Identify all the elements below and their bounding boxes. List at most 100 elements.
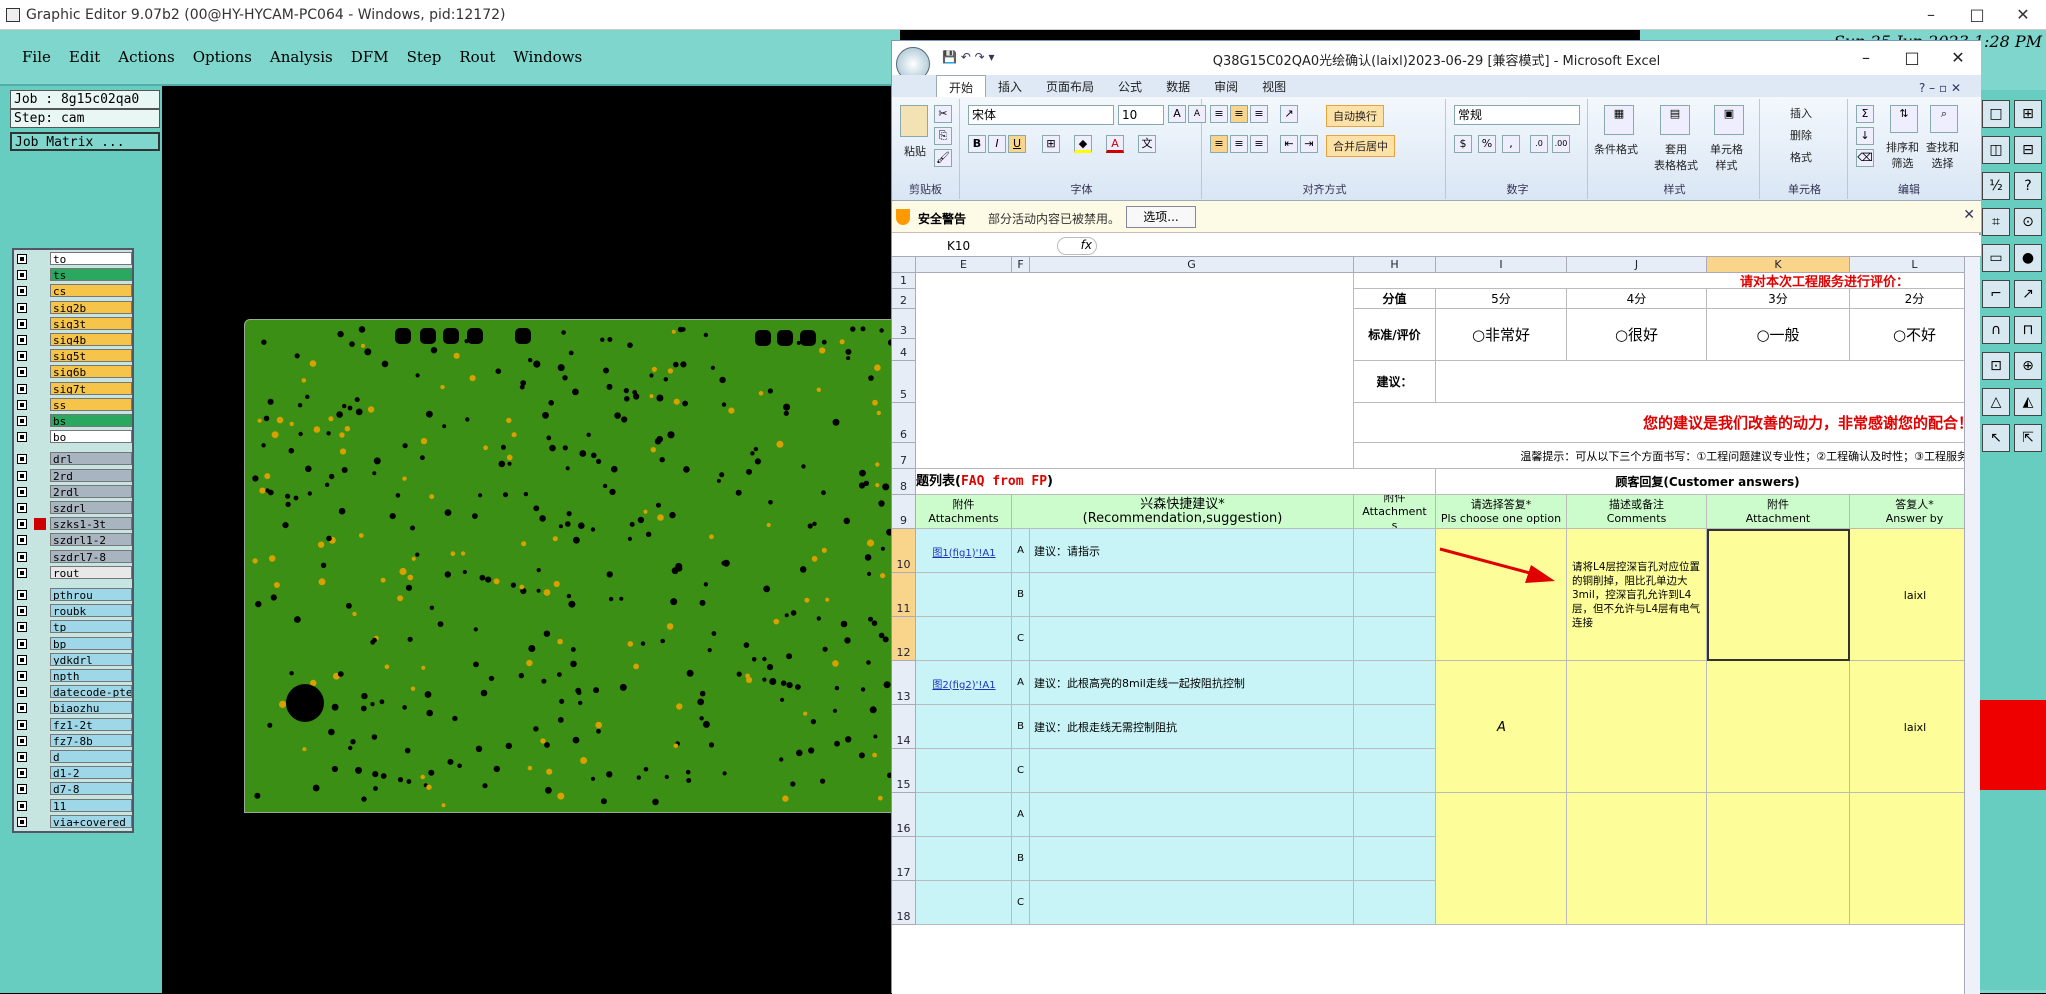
suggestion-cell[interactable] — [1030, 793, 1354, 837]
layer-checkbox[interactable] — [17, 752, 27, 762]
menu-actions[interactable]: Actions — [118, 48, 174, 66]
layer-row[interactable]: d7-8 — [14, 782, 134, 796]
align-left-icon[interactable]: ≡ — [1210, 135, 1228, 153]
insert-cells-button[interactable]: 插入 — [1790, 105, 1812, 121]
comment-cell[interactable] — [1567, 793, 1707, 925]
suggestion-cell[interactable] — [1030, 837, 1354, 881]
tool-button[interactable]: ▭ — [1982, 244, 2010, 272]
menu-windows[interactable]: Windows — [513, 48, 582, 66]
attachment2-cell[interactable] — [1354, 705, 1436, 749]
layer-row[interactable]: bo — [14, 430, 134, 444]
layer-name[interactable]: drl — [50, 452, 132, 466]
align-middle-icon[interactable]: ≡ — [1230, 105, 1248, 123]
layer-name[interactable]: 11 — [50, 798, 132, 812]
layer-name[interactable]: pthrou — [50, 588, 132, 601]
suggest-label[interactable]: 建议： — [1354, 361, 1436, 403]
choice-cell[interactable] — [1436, 793, 1567, 925]
layer-name[interactable]: 2rd — [50, 468, 132, 482]
row-header[interactable]: 5 — [892, 361, 916, 403]
tool-button[interactable]: ⊡ — [1982, 352, 2010, 380]
row-header[interactable]: 15 — [892, 749, 916, 793]
tool-button[interactable]: ∩ — [1982, 316, 2010, 344]
blank-area[interactable] — [916, 273, 1354, 469]
layer-checkbox[interactable] — [17, 567, 27, 578]
layer-name[interactable]: d7-8 — [50, 782, 132, 796]
decrease-indent-icon[interactable]: ⇤ — [1280, 135, 1298, 153]
tab-data[interactable]: 数据 — [1154, 75, 1202, 97]
delete-cells-button[interactable]: 删除 — [1790, 127, 1812, 143]
layer-row[interactable]: szdrl — [14, 501, 134, 515]
score-cell[interactable]: 2分 — [1850, 289, 1964, 309]
layer-name[interactable]: szdrl7-8 — [50, 549, 132, 563]
paste-label[interactable]: 粘贴 — [904, 143, 926, 159]
format-cells-button[interactable]: 格式 — [1790, 149, 1812, 165]
grade-option[interactable]: ○一般 — [1707, 309, 1850, 361]
layer-name[interactable]: szdrl1-2 — [50, 533, 132, 547]
increase-indent-icon[interactable]: ⇥ — [1300, 135, 1318, 153]
layer-name[interactable]: npth — [50, 669, 132, 682]
fig1-link[interactable]: 图1(fig1)'!A1 — [918, 529, 1010, 573]
tool-button[interactable]: ● — [2014, 244, 2042, 272]
tab-view[interactable]: 视图 — [1250, 75, 1298, 97]
layer-row[interactable]: bs — [14, 414, 134, 428]
ge-canvas[interactable] — [162, 86, 904, 993]
layer-checkbox[interactable] — [17, 654, 27, 665]
clear-icon[interactable]: ⌫ — [1856, 149, 1874, 167]
layer-name[interactable]: ss — [50, 397, 132, 411]
layer-name[interactable]: datecode-pte — [50, 685, 132, 699]
fill-icon[interactable]: ↓ — [1856, 127, 1874, 145]
layer-checkbox[interactable] — [17, 383, 27, 394]
close-icon[interactable]: ✕ — [2000, 0, 2046, 30]
row-header[interactable]: 13 — [892, 661, 916, 705]
menu-dfm[interactable]: DFM — [351, 48, 389, 66]
maximize-icon[interactable]: □ — [1954, 0, 2000, 30]
tool-button[interactable]: ⊟ — [2014, 136, 2042, 164]
find-select-label[interactable]: 查找和 选择 — [1926, 139, 1959, 171]
header-comments[interactable]: 描述或备注 Comments — [1567, 495, 1707, 529]
header-answer-by[interactable]: 答复人* Answer by — [1850, 495, 1964, 529]
layer-checkbox[interactable] — [17, 784, 27, 795]
column-header[interactable]: K — [1707, 257, 1850, 273]
grow-font-icon[interactable]: A — [1168, 105, 1186, 123]
layer-name[interactable]: fz1-2t — [50, 717, 132, 731]
score-cell[interactable]: 4分 — [1567, 289, 1707, 309]
layer-name[interactable]: d — [50, 750, 132, 763]
layer-name[interactable]: sig6b — [50, 365, 132, 379]
tool-button[interactable]: ⌐ — [1982, 280, 2010, 308]
tab-formulas[interactable]: 公式 — [1106, 75, 1154, 97]
excel-close-icon[interactable]: ✕ — [1935, 41, 1981, 75]
find-select-icon[interactable]: ⌕ — [1930, 105, 1958, 133]
score-cell[interactable]: 5分 — [1436, 289, 1567, 309]
tab-review[interactable]: 审阅 — [1202, 75, 1250, 97]
suggestion-cell[interactable] — [1030, 573, 1354, 617]
security-close-icon[interactable]: ✕ — [1963, 207, 1975, 223]
layer-name[interactable]: to — [50, 252, 132, 265]
attachment3-cell[interactable] — [1707, 529, 1850, 661]
customer-answers-title[interactable]: 顾客回复(Customer answers) — [1436, 469, 1964, 495]
layer-name[interactable]: fz7-8b — [50, 733, 132, 747]
attachment-cell[interactable] — [916, 749, 1012, 793]
layer-name[interactable]: sig4b — [50, 333, 132, 346]
attachment2-cell[interactable] — [1354, 529, 1436, 573]
cut-icon[interactable]: ✂ — [934, 105, 952, 123]
layer-row[interactable]: sig4b — [14, 333, 134, 347]
menu-rout[interactable]: Rout — [459, 48, 495, 66]
layer-name[interactable]: bp — [50, 636, 132, 650]
suggestion-14[interactable]: 建议：此根走线无需控制阻抗 — [1034, 705, 1350, 749]
attachment2-cell[interactable] — [1354, 573, 1436, 617]
row-header[interactable]: 1 — [892, 273, 916, 289]
fig2-link[interactable]: 图2(fig2)'!A1 — [918, 661, 1010, 705]
suggestion-cell[interactable] — [1030, 881, 1354, 925]
answer-by-10[interactable]: laixl — [1850, 529, 1964, 661]
answer-by-13[interactable]: laixl — [1850, 661, 1964, 793]
tool-button[interactable]: ½ — [1982, 172, 2010, 200]
layer-row[interactable]: bp — [14, 636, 134, 651]
layer-row[interactable]: szdrl1-2 — [14, 533, 134, 547]
layer-row[interactable]: roubk — [14, 604, 134, 618]
attachment2-cell[interactable] — [1354, 881, 1436, 925]
attachment-cell[interactable] — [916, 617, 1012, 661]
table-format-icon[interactable]: ▤ — [1660, 105, 1690, 135]
layer-name[interactable]: bo — [50, 430, 132, 444]
percent-icon[interactable]: % — [1478, 135, 1496, 153]
align-center-icon[interactable]: ≡ — [1230, 135, 1248, 153]
